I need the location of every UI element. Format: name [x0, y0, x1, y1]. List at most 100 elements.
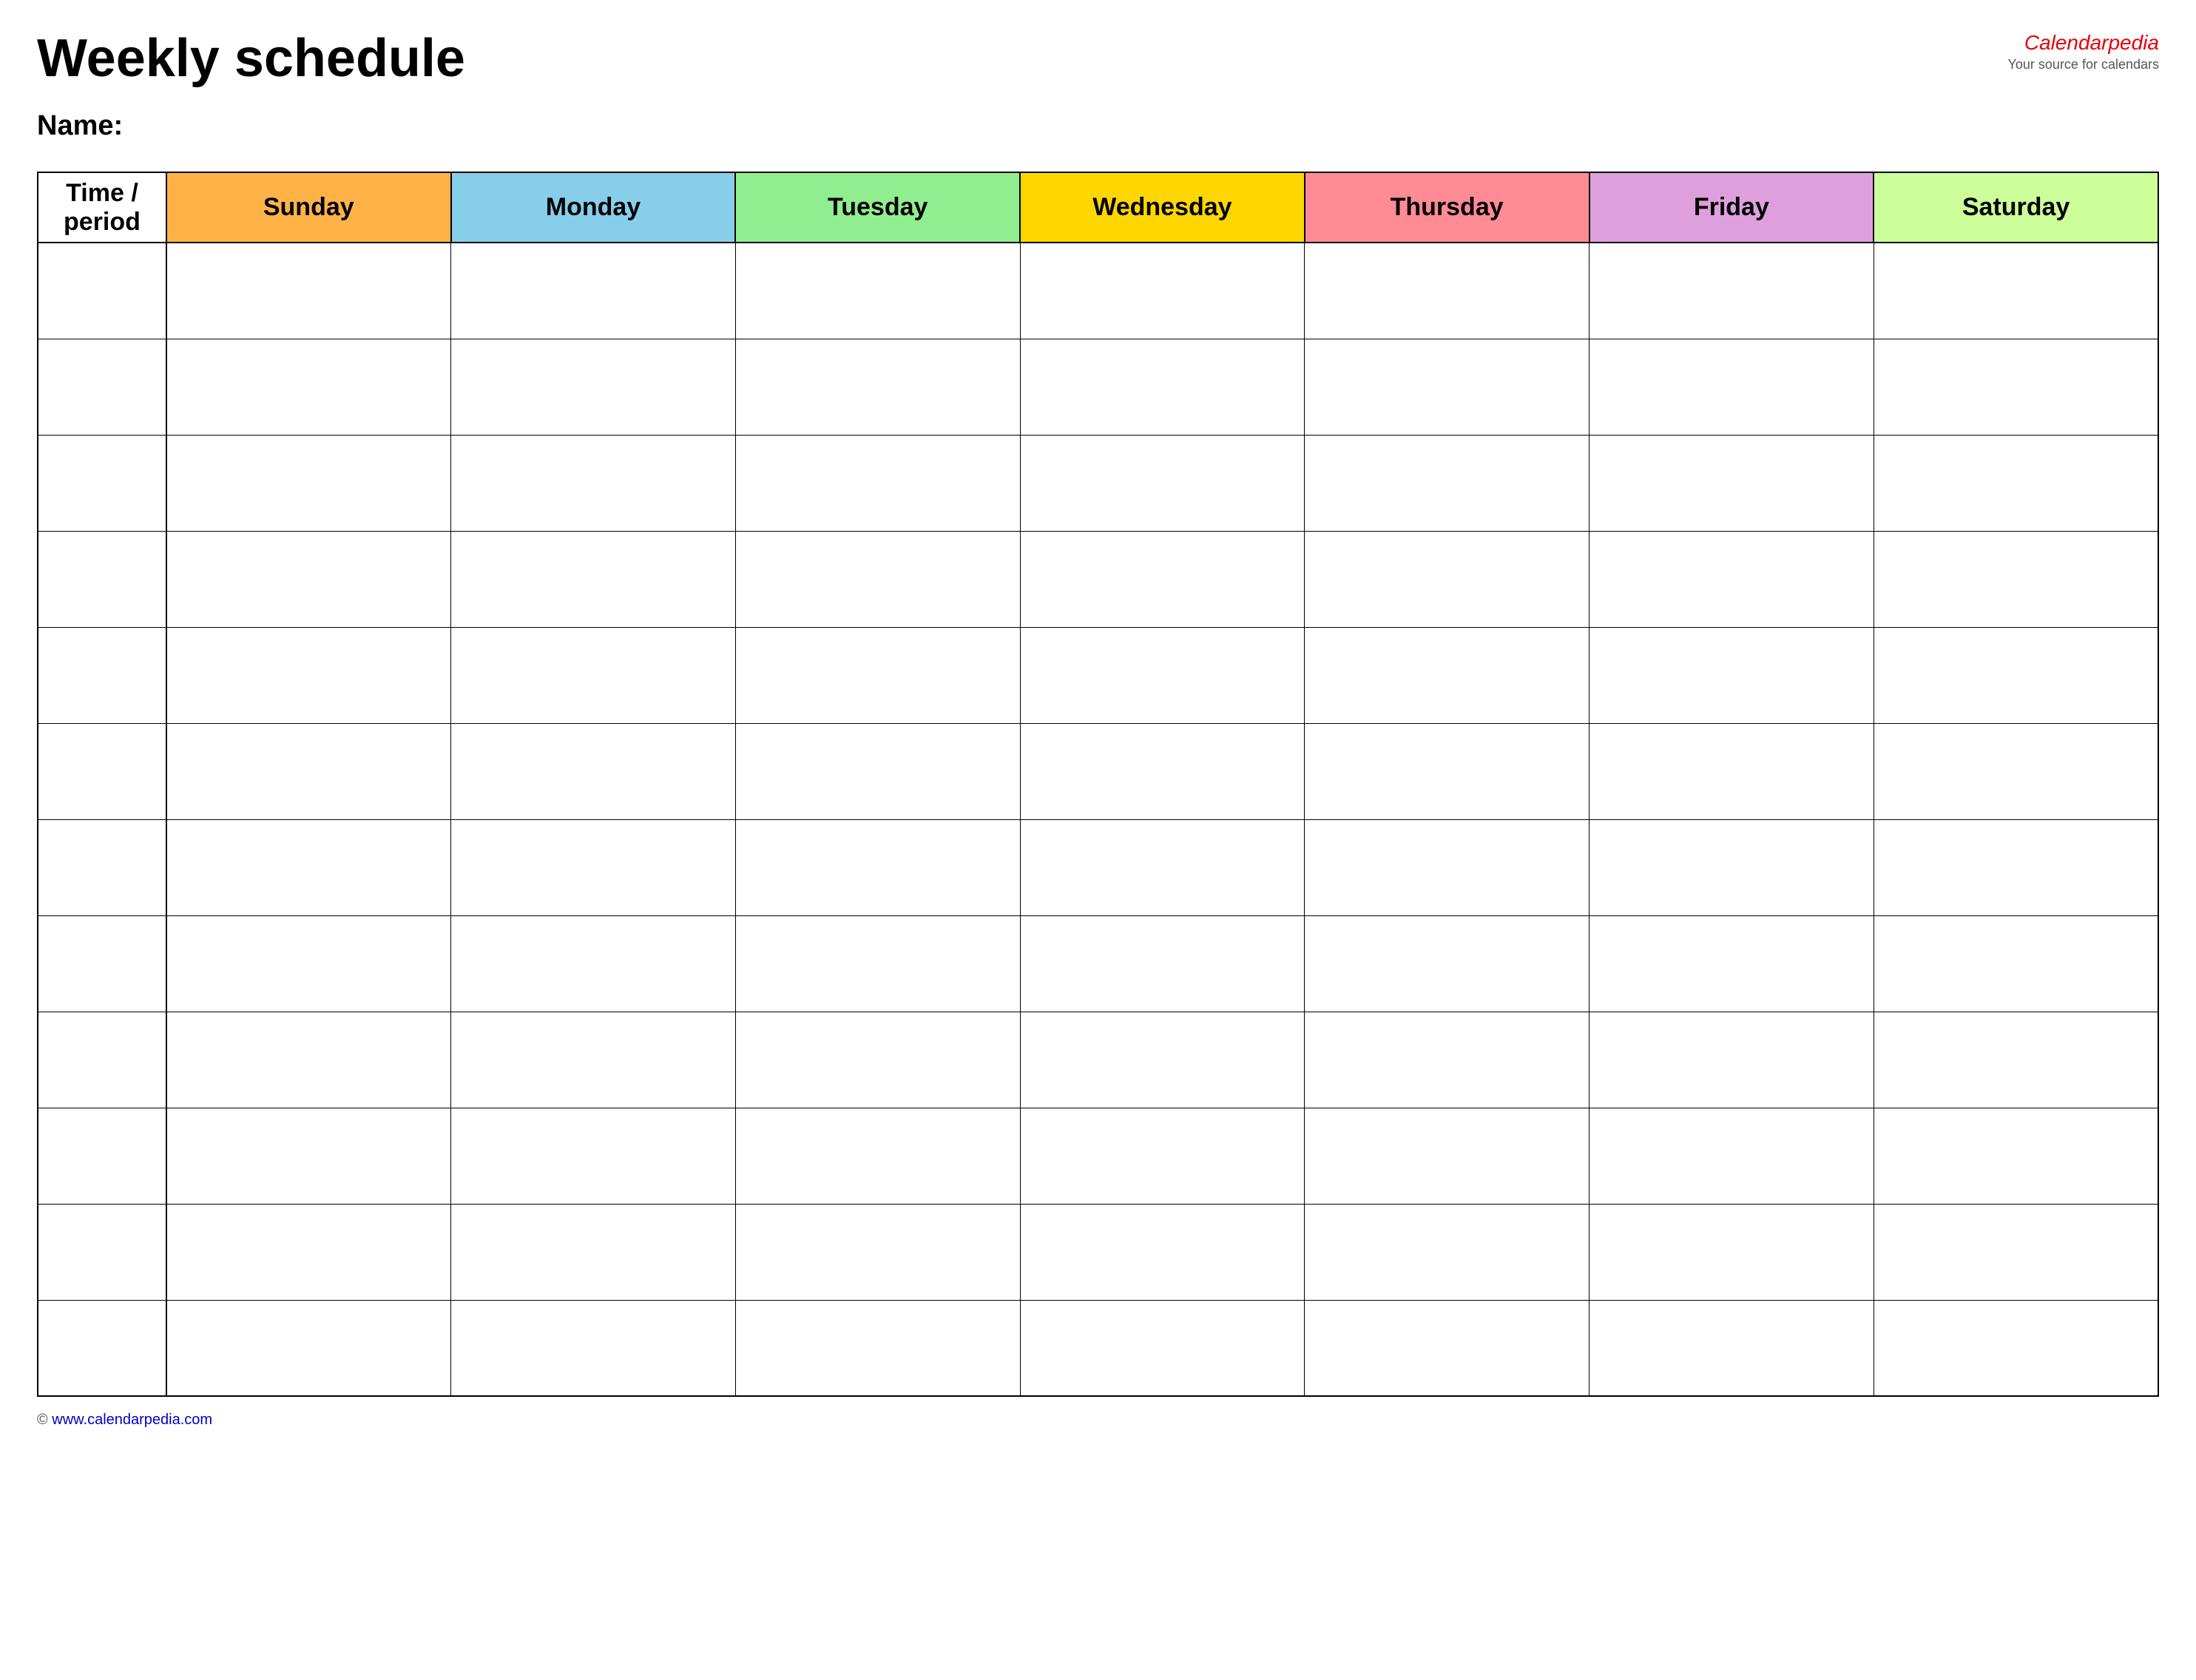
time-cell[interactable] — [38, 819, 166, 915]
schedule-cell[interactable] — [1874, 1012, 2158, 1108]
time-cell[interactable] — [38, 1204, 166, 1300]
schedule-cell[interactable] — [451, 627, 736, 723]
schedule-cell[interactable] — [1874, 531, 2158, 627]
schedule-cell[interactable] — [451, 723, 736, 819]
schedule-cell[interactable] — [735, 819, 1020, 915]
schedule-cell[interactable] — [1020, 1204, 1305, 1300]
schedule-cell[interactable] — [451, 819, 736, 915]
schedule-cell[interactable] — [451, 531, 736, 627]
schedule-cell[interactable] — [1874, 1204, 2158, 1300]
time-cell[interactable] — [38, 531, 166, 627]
schedule-cell[interactable] — [735, 1300, 1020, 1396]
schedule-cell[interactable] — [1589, 1012, 1874, 1108]
schedule-cell[interactable] — [1874, 819, 2158, 915]
time-cell[interactable] — [38, 435, 166, 531]
schedule-cell[interactable] — [1305, 723, 1589, 819]
schedule-cell[interactable] — [735, 915, 1020, 1012]
schedule-cell[interactable] — [1305, 627, 1589, 723]
schedule-cell[interactable] — [735, 243, 1020, 339]
time-cell[interactable] — [38, 1300, 166, 1396]
schedule-cell[interactable] — [451, 1108, 736, 1204]
schedule-cell[interactable] — [1874, 627, 2158, 723]
schedule-cell[interactable] — [1874, 243, 2158, 339]
schedule-cell[interactable] — [735, 435, 1020, 531]
col-header-sunday: Sunday — [166, 172, 451, 243]
schedule-cell[interactable] — [1589, 1108, 1874, 1204]
schedule-cell[interactable] — [1305, 819, 1589, 915]
schedule-cell[interactable] — [1589, 723, 1874, 819]
schedule-cell[interactable] — [735, 1012, 1020, 1108]
schedule-cell[interactable] — [1305, 1012, 1589, 1108]
schedule-cell[interactable] — [1020, 1300, 1305, 1396]
schedule-cell[interactable] — [1305, 1108, 1589, 1204]
time-cell[interactable] — [38, 1108, 166, 1204]
schedule-cell[interactable] — [1020, 243, 1305, 339]
schedule-cell[interactable] — [1020, 915, 1305, 1012]
schedule-cell[interactable] — [451, 1204, 736, 1300]
schedule-cell[interactable] — [1874, 339, 2158, 435]
schedule-cell[interactable] — [451, 243, 736, 339]
schedule-cell[interactable] — [166, 723, 451, 819]
footer-link[interactable]: www.calendarpedia.com — [52, 1412, 212, 1428]
schedule-cell[interactable] — [735, 1108, 1020, 1204]
schedule-cell[interactable] — [1874, 915, 2158, 1012]
time-cell[interactable] — [38, 339, 166, 435]
schedule-cell[interactable] — [1589, 339, 1874, 435]
schedule-cell[interactable] — [1020, 531, 1305, 627]
schedule-cell[interactable] — [1874, 1108, 2158, 1204]
table-row — [38, 435, 2158, 531]
schedule-cell[interactable] — [1020, 1012, 1305, 1108]
schedule-cell[interactable] — [166, 1204, 451, 1300]
schedule-cell[interactable] — [1874, 1300, 2158, 1396]
schedule-cell[interactable] — [1589, 1204, 1874, 1300]
schedule-cell[interactable] — [451, 1012, 736, 1108]
schedule-cell[interactable] — [735, 1204, 1020, 1300]
schedule-cell[interactable] — [1305, 531, 1589, 627]
schedule-cell[interactable] — [1589, 435, 1874, 531]
schedule-cell[interactable] — [1589, 819, 1874, 915]
schedule-cell[interactable] — [166, 819, 451, 915]
schedule-cell[interactable] — [166, 915, 451, 1012]
schedule-cell[interactable] — [1020, 339, 1305, 435]
time-cell[interactable] — [38, 1012, 166, 1108]
schedule-cell[interactable] — [1874, 435, 2158, 531]
schedule-cell[interactable] — [166, 435, 451, 531]
schedule-cell[interactable] — [166, 1108, 451, 1204]
schedule-cell[interactable] — [1305, 339, 1589, 435]
schedule-cell[interactable] — [1589, 1300, 1874, 1396]
schedule-cell[interactable] — [451, 435, 736, 531]
schedule-cell[interactable] — [1589, 627, 1874, 723]
schedule-cell[interactable] — [166, 1300, 451, 1396]
time-cell[interactable] — [38, 915, 166, 1012]
schedule-cell[interactable] — [735, 723, 1020, 819]
schedule-cell[interactable] — [1020, 819, 1305, 915]
schedule-cell[interactable] — [1305, 435, 1589, 531]
schedule-cell[interactable] — [1589, 531, 1874, 627]
schedule-cell[interactable] — [1305, 1300, 1589, 1396]
time-cell[interactable] — [38, 243, 166, 339]
col-header-thursday: Thursday — [1305, 172, 1589, 243]
schedule-cell[interactable] — [1589, 243, 1874, 339]
schedule-cell[interactable] — [451, 339, 736, 435]
schedule-cell[interactable] — [1589, 915, 1874, 1012]
schedule-cell[interactable] — [451, 915, 736, 1012]
schedule-cell[interactable] — [735, 339, 1020, 435]
schedule-cell[interactable] — [1020, 1108, 1305, 1204]
schedule-cell[interactable] — [166, 243, 451, 339]
schedule-cell[interactable] — [1305, 915, 1589, 1012]
schedule-cell[interactable] — [166, 627, 451, 723]
schedule-cell[interactable] — [166, 1012, 451, 1108]
schedule-cell[interactable] — [1305, 243, 1589, 339]
schedule-cell[interactable] — [451, 1300, 736, 1396]
schedule-cell[interactable] — [166, 339, 451, 435]
schedule-cell[interactable] — [1020, 723, 1305, 819]
time-cell[interactable] — [38, 627, 166, 723]
schedule-cell[interactable] — [166, 531, 451, 627]
schedule-cell[interactable] — [1020, 435, 1305, 531]
schedule-cell[interactable] — [1874, 723, 2158, 819]
schedule-cell[interactable] — [1305, 1204, 1589, 1300]
time-cell[interactable] — [38, 723, 166, 819]
schedule-cell[interactable] — [1020, 627, 1305, 723]
schedule-cell[interactable] — [735, 531, 1020, 627]
schedule-cell[interactable] — [735, 627, 1020, 723]
